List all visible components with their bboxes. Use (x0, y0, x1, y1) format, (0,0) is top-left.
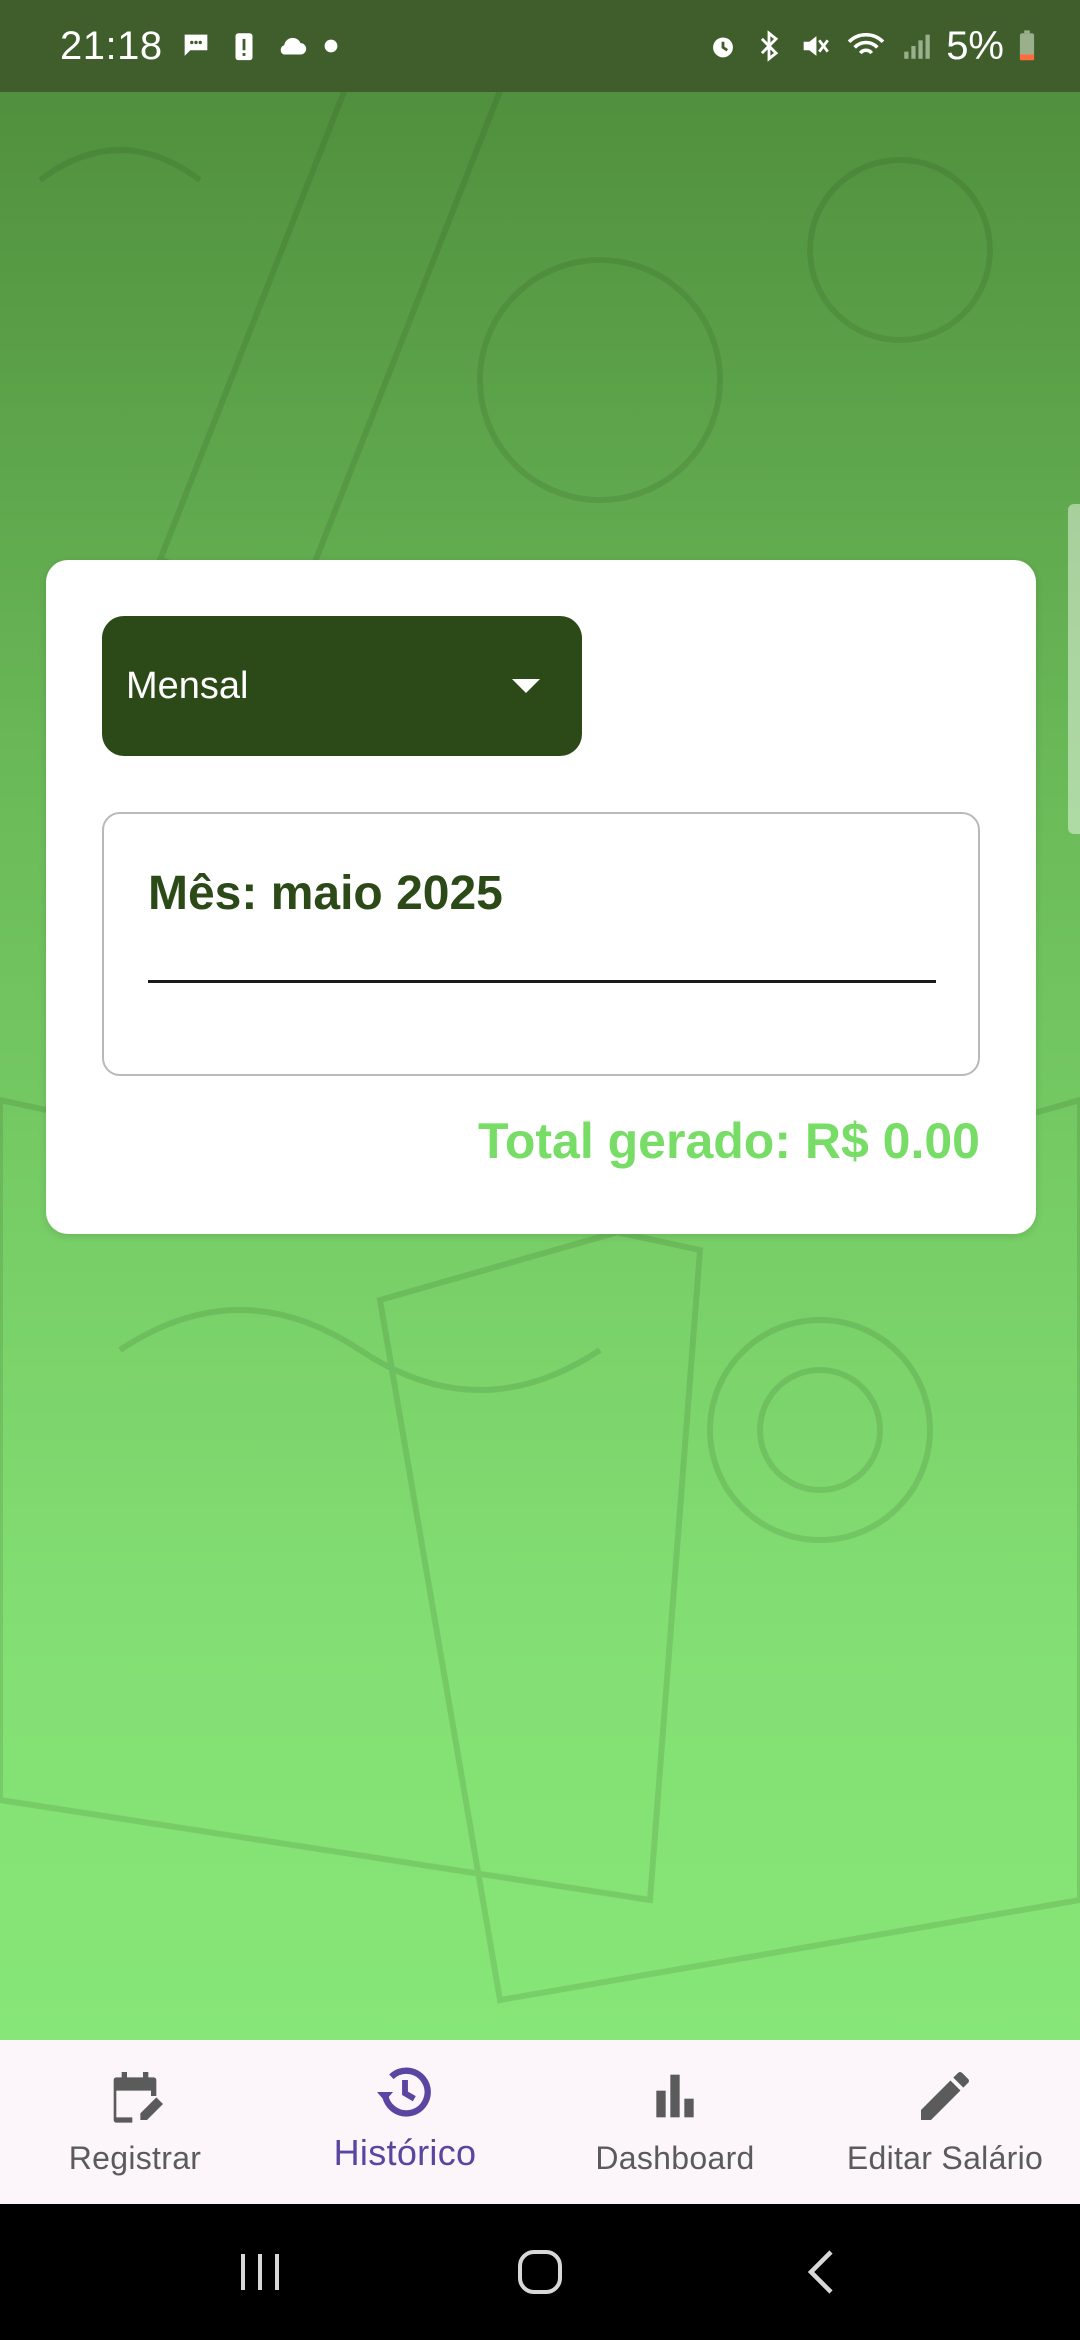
signal-icon (904, 34, 930, 59)
status-bar: 21:18 5% (0, 0, 1080, 92)
home-button[interactable] (505, 2237, 575, 2307)
bluetooth-icon (761, 30, 779, 62)
calendar-edit-icon (113, 2072, 163, 2123)
notification-icons (179, 29, 339, 63)
recent-apps-icon (241, 2254, 279, 2290)
nav-label-dashboard: Dashboard (595, 2140, 755, 2176)
nav-item-historico[interactable]: Histórico (270, 2040, 540, 2204)
history-icon (377, 2067, 431, 2117)
app-screen: 21:18 5% Mensal Mês: maio 2025 Total ger… (0, 0, 1080, 2340)
period-dropdown[interactable]: Mensal (102, 616, 582, 756)
nav-label-historico: Histórico (333, 2132, 477, 2173)
edge-panel-handle[interactable] (1068, 504, 1080, 834)
back-icon (807, 2250, 833, 2294)
nav-item-registrar[interactable]: Registrar (0, 2040, 270, 2204)
nav-label-registrar: Registrar (68, 2140, 202, 2176)
system-navigation-bar (0, 2204, 1080, 2340)
pencil-icon (921, 2071, 969, 2120)
total-generated: Total gerado: R$ 0.00 (478, 1113, 980, 1169)
battery-alert-icon (235, 33, 253, 61)
month-title: Mês: maio 2025 (148, 867, 503, 920)
battery-percent: 5% (946, 23, 1004, 68)
period-dropdown-value: Mensal (126, 664, 249, 707)
dropdown-arrow-icon (512, 679, 540, 693)
history-card: Mensal Mês: maio 2025 Total gerado: R$ 0… (46, 560, 1036, 1234)
bar-chart-icon (656, 2074, 694, 2118)
alarm-icon (713, 37, 734, 58)
nav-item-editar-salario[interactable]: Editar Salário (810, 2040, 1080, 2204)
status-time: 21:18 (60, 23, 163, 68)
battery-icon (1019, 30, 1035, 61)
recent-apps-button[interactable] (225, 2237, 295, 2307)
mute-icon (803, 36, 830, 56)
back-button[interactable] (785, 2237, 855, 2307)
home-icon (518, 2250, 562, 2294)
month-summary-box: Mês: maio 2025 (102, 812, 980, 1076)
month-divider (148, 980, 936, 983)
bottom-navigation: Registrar Histórico Dashboard Editar Sal… (0, 2040, 1080, 2204)
nav-item-dashboard[interactable]: Dashboard (540, 2040, 810, 2204)
nav-label-editar-salario: Editar Salário (846, 2140, 1044, 2176)
chat-bubble-icon (184, 34, 207, 56)
cloud-icon (280, 37, 306, 55)
system-status-icons: 5% (706, 24, 1038, 69)
wifi-icon (847, 32, 885, 55)
dot-icon (324, 39, 338, 53)
